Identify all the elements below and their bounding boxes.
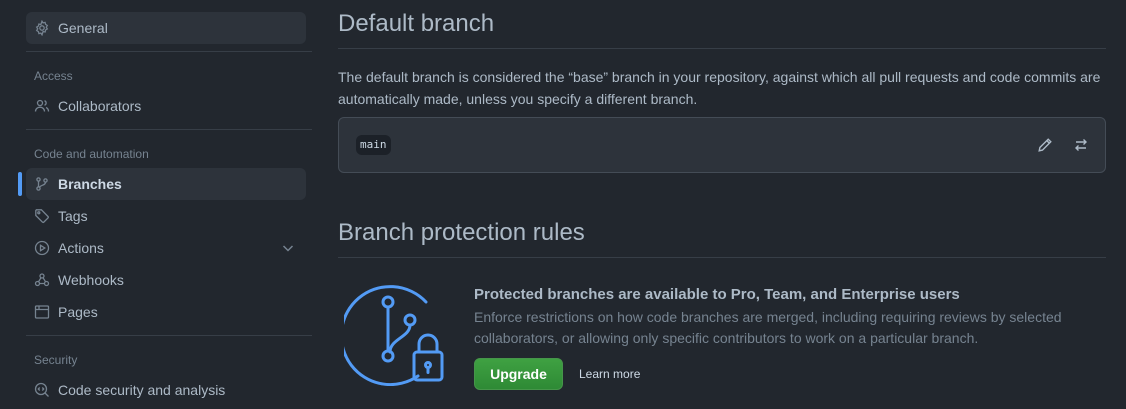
sidebar-item-label: Branches <box>58 176 122 192</box>
tag-icon <box>34 208 50 224</box>
arrow-switch-icon[interactable] <box>1072 136 1090 154</box>
sidebar-item-label: Pages <box>58 304 98 320</box>
branch-lock-illustration <box>339 282 446 387</box>
sidebar-heading-security: Security <box>34 353 78 367</box>
sidebar-item-pages[interactable]: Pages <box>26 296 306 328</box>
sidebar-divider <box>26 335 312 336</box>
default-branch-box: main <box>338 117 1106 173</box>
active-indicator <box>18 172 22 196</box>
sidebar-item-label: Tags <box>58 208 88 224</box>
gear-icon <box>34 20 50 36</box>
browser-icon <box>34 304 50 320</box>
sidebar-item-label: Actions <box>58 240 104 256</box>
promo-title: Protected branches are available to Pro,… <box>474 286 960 303</box>
default-branch-description: The default branch is considered the “ba… <box>338 69 1101 107</box>
settings-page: General Access Collaborators Code and au… <box>0 0 1126 409</box>
sidebar-item-actions[interactable]: Actions <box>26 232 306 264</box>
branch-name: main <box>356 135 391 155</box>
learn-more-link[interactable]: Learn more <box>579 367 640 381</box>
chevron-down-icon[interactable] <box>280 240 296 256</box>
branch-protection-title: Branch protection rules <box>338 219 585 246</box>
sidebar-item-general[interactable]: General <box>26 12 306 44</box>
section-divider <box>338 257 1106 258</box>
sidebar-item-code-security[interactable]: Code security and analysis <box>26 374 306 406</box>
settings-sidebar: General Access Collaborators Code and au… <box>0 0 320 409</box>
sidebar-item-branches[interactable]: Branches <box>26 168 306 200</box>
sidebar-item-label: General <box>58 20 108 36</box>
sidebar-divider <box>26 129 312 130</box>
play-icon <box>34 240 50 256</box>
sidebar-item-tags[interactable]: Tags <box>26 200 306 232</box>
sidebar-divider <box>26 51 312 52</box>
git-branch-icon <box>34 176 50 192</box>
default-branch-title: Default branch <box>338 10 495 37</box>
pencil-icon[interactable] <box>1036 136 1054 154</box>
section-divider <box>338 48 1106 49</box>
sidebar-item-label: Collaborators <box>58 98 142 114</box>
promo-text: Enforce restrictions on how code branche… <box>474 309 1062 346</box>
sidebar-item-label: Code security and analysis <box>58 382 226 398</box>
sidebar-heading-code-automation: Code and automation <box>34 147 149 161</box>
sidebar-item-webhooks[interactable]: Webhooks <box>26 264 306 296</box>
sidebar-item-label: Webhooks <box>58 272 124 288</box>
codescan-icon <box>34 382 50 398</box>
sidebar-heading-access: Access <box>34 69 73 83</box>
upgrade-button[interactable]: Upgrade <box>474 358 563 390</box>
people-icon <box>34 98 50 114</box>
webhook-icon <box>34 272 50 288</box>
sidebar-item-collaborators[interactable]: Collaborators <box>26 90 306 122</box>
